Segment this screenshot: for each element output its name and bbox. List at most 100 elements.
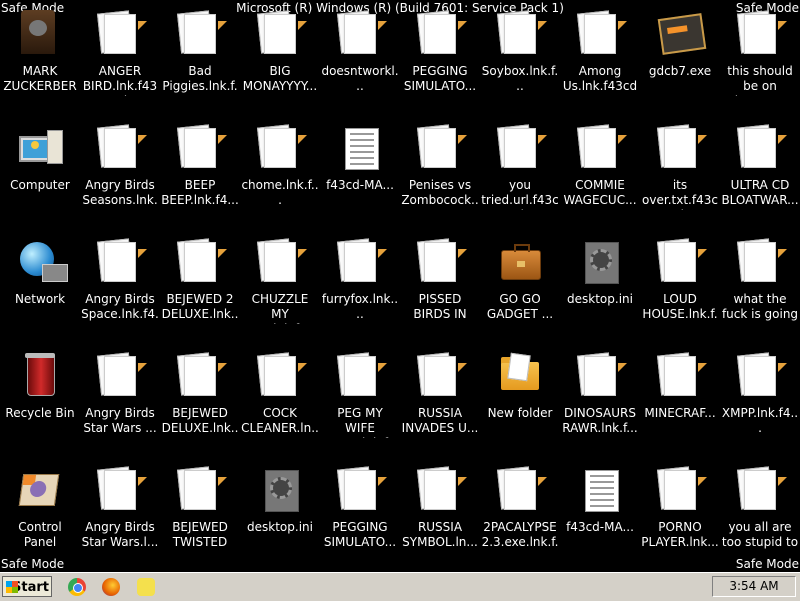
document-icon [255,352,307,402]
desktop-icon-label: MINECRAF... [644,406,716,420]
desktop-icon-label: ULTRA CD BLOATWAR... [721,178,799,207]
desktop-icon[interactable]: Recycle Bin [0,348,80,458]
desktop-icon-label: PORNO PLAYER.lnk.... [641,520,719,552]
document-icon [735,10,787,60]
application-icon [655,10,707,60]
network-globe-icon [15,238,68,288]
desktop-icon[interactable]: f43cd-MA... [320,120,400,230]
desktop-icon[interactable]: PEGGING SIMULATO... [320,462,400,572]
firefox-icon[interactable] [102,578,120,596]
desktop-icon[interactable]: PISSED BIRDS IN VIDEO G... [400,234,480,344]
document-icon [735,352,787,402]
desktop-icon[interactable]: Penises vs Zombocock... [400,120,480,230]
control-panel-icon [15,466,65,516]
desktop-icon[interactable]: RUSSIA SYMBOL.ln... [400,462,480,572]
desktop-icon[interactable]: Bad Piggies.lnk.f... [160,6,240,116]
document-icon [175,352,227,402]
desktop-icon-label: Penises vs Zombocock... [401,178,479,210]
desktop-icon[interactable]: what the fuck is going on ... [720,234,800,344]
desktop-icon[interactable]: XMPP.lnk.f4... [720,348,800,458]
desktop-icon[interactable]: Computer [0,120,80,230]
desktop-icon[interactable]: COCK CLEANER.ln... [240,348,320,458]
desktop-icon[interactable]: MINECRAF... [640,348,720,458]
desktop-icon-label: PEGGING SIMULATO... [403,64,477,93]
document-icon [735,466,787,516]
desktop-icon[interactable]: DINOSAURS RAWR.lnk.f... [560,348,640,458]
desktop-icon[interactable]: BEJEWED DELUXE.lnk.... [160,348,240,458]
desktop-icon[interactable]: Control Panel [0,462,80,572]
desktop-icon[interactable]: gdcb7.exe [640,6,720,116]
desktop-icon[interactable]: you all are too stupid to us... [720,462,800,572]
desktop-icon[interactable]: you tried.url.f43cd [480,120,560,230]
recycle-bin-icon [15,352,65,402]
desktop-icon[interactable]: ULTRA CD BLOATWAR... [720,120,800,230]
desktop-icon[interactable]: this should be on vinesauc... [720,6,800,116]
windows-logo-icon [6,581,18,593]
desktop-icon[interactable]: BEJEWED TWISTED NI... [160,462,240,572]
safe-mode-label-bottom-right: Safe Mode [735,557,799,571]
document-icon [415,352,467,402]
desktop-icon[interactable]: PEGGING SIMULATO... [400,6,480,116]
taskbar: Start 3:54 AM [0,572,800,601]
system-clock[interactable]: 3:54 AM [712,576,796,597]
chrome-icon[interactable] [68,578,86,596]
desktop-icon[interactable]: LOUD HOUSE.lnk.f... [640,234,720,344]
desktop-icon[interactable]: PEG MY WIFE NIGHT.lnk.f... [320,348,400,458]
desktop-icon[interactable]: chome.lnk.f... [240,120,320,230]
desktop-icon-label: you all are too stupid to us... [721,520,799,552]
desktop-icon-label: BEJEWED TWISTED NI... [172,520,228,552]
desktop-icon[interactable]: CHUZZLE MY CUM.lnk.f4... [240,234,320,344]
desktop-icon-label: PEGGING SIMULATO... [323,520,397,549]
desktop-icon[interactable]: GO GO GADGET ... [480,234,560,344]
desktop-icon-label: f43cd-MA... [326,178,394,192]
desktop-icon[interactable]: f43cd-MA... [560,462,640,572]
desktop-icon[interactable]: Among Us.lnk.f43cd [560,6,640,116]
text-file-icon [335,124,385,174]
desktop-icon[interactable]: doesntworkl... [320,6,400,116]
desktop-icon[interactable]: Angry Birds Star Wars.l... [80,462,160,572]
yellow-app-icon[interactable] [137,578,155,596]
document-icon [335,352,387,402]
desktop-icon-label: CHUZZLE MY CUM.lnk.f4... [242,292,318,324]
document-icon [415,466,467,516]
desktop-icon[interactable]: New folder [480,348,560,458]
desktop-icon[interactable]: RUSSIA INVADES U... [400,348,480,458]
document-icon [255,238,307,288]
desktop-icon-label: 2PACALYPSE 2.3.exe.lnk.f... [481,520,559,552]
desktop-icon-label: Angry Birds Seasons.lnk.... [82,178,158,210]
desktop-icon[interactable]: MARK ZUCKERBERG [0,6,80,116]
desktop-icon[interactable]: desktop.ini [560,234,640,344]
desktop-icon-label: Soybox.lnk.f... [481,64,559,93]
desktop-icon-label: RUSSIA INVADES U... [401,406,479,435]
desktop-icon-label: Angry Birds Star Wars.l... [81,520,159,549]
desktop-icon[interactable]: BEEP BEEP.lnk.f4... [160,120,240,230]
desktop-icon-label: desktop.ini [247,520,313,534]
desktop-icon-label: BEJEWED 2 DELUXE.lnk.... [161,292,239,324]
desktop-icon-label: this should be on vinesauc... [727,64,793,96]
desktop-icon[interactable]: desktop.ini [240,462,320,572]
desktop-icon[interactable]: 2PACALYPSE 2.3.exe.lnk.f... [480,462,560,572]
desktop-icon[interactable]: BIG MONAYYYY... [240,6,320,116]
desktop-icon-label: DINOSAURS RAWR.lnk.f... [562,406,638,435]
document-icon [175,124,227,174]
desktop-icon[interactable]: Angry Birds Seasons.lnk.... [80,120,160,230]
document-icon [735,124,787,174]
desktop-icon-label: Network [14,292,66,306]
desktop-icon[interactable]: its over.txt.f43cd [640,120,720,230]
document-icon [255,10,307,60]
desktop-icon[interactable]: COMMIE WAGECUC... [560,120,640,230]
document-icon [655,238,707,288]
desktop-icon[interactable]: PORNO PLAYER.lnk.... [640,462,720,572]
desktop-icon[interactable]: furryfox.lnk.... [320,234,400,344]
clock-time: 3:54 AM [729,579,779,593]
desktop-icon[interactable]: ANGER BIRD.lnk.f43cd [80,6,160,116]
shortcut-image-icon [15,10,65,60]
desktop-icon[interactable]: Network [0,234,80,344]
desktop-icon[interactable]: BEJEWED 2 DELUXE.lnk.... [160,234,240,344]
desktop-icon-label: BIG MONAYYYY... [242,64,318,93]
desktop-icon[interactable]: Angry Birds Space.lnk.f4... [80,234,160,344]
desktop-icon[interactable]: Angry Birds Star Wars ... [80,348,160,458]
desktop-icon-label: BEJEWED DELUXE.lnk.... [161,406,239,438]
start-button[interactable]: Start [2,576,52,597]
desktop-icon[interactable]: Soybox.lnk.f... [480,6,560,116]
